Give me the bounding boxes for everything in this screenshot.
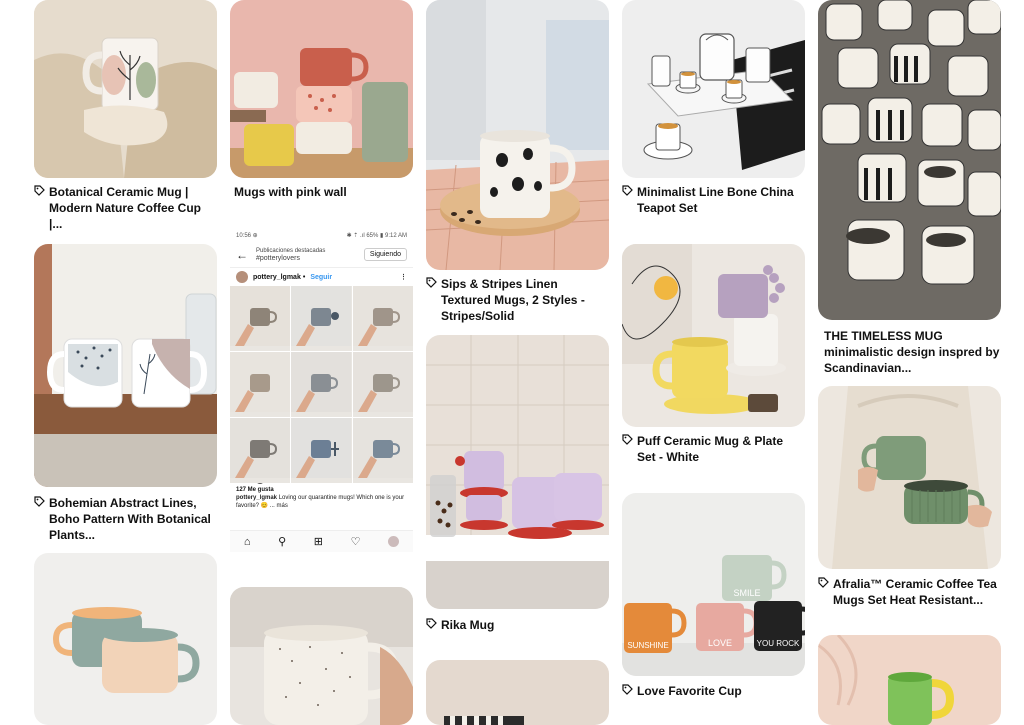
- grid-photo[interactable]: [230, 352, 291, 417]
- pin-title: Love Favorite Cup: [637, 684, 742, 698]
- tag-icon: [622, 683, 634, 699]
- tag-icon: [818, 576, 830, 592]
- grid-photo[interactable]: [352, 352, 413, 417]
- grid-photo[interactable]: [291, 352, 352, 417]
- pin-image[interactable]: [818, 635, 1001, 725]
- pin-title: Puff Ceramic Mug & Plate Set - White: [637, 434, 784, 464]
- username[interactable]: pottery_lgmak: [253, 274, 301, 281]
- home-icon[interactable]: ⌂: [244, 536, 251, 548]
- more-icon[interactable]: ⋮: [400, 273, 407, 281]
- pin-image[interactable]: SMILE LOVE SUNSHINE YOU ROCK: [622, 493, 805, 676]
- grid-photo[interactable]: [352, 286, 413, 351]
- pin-caption[interactable]: Botanical Ceramic Mug | Modern Nature Co…: [34, 184, 217, 232]
- ig-photo-grid: [230, 286, 413, 483]
- mug-label-smile: SMILE: [733, 588, 760, 598]
- pin-title: Afralia™ Ceramic Coffee Tea Mugs Set Hea…: [833, 577, 997, 607]
- status-bar: 10:56 ⊕ ✱ ⇡ .ıl 65% ▮ 9:12 AM: [230, 230, 413, 242]
- pin-image[interactable]: [426, 660, 609, 725]
- following-button[interactable]: Siguiendo: [363, 248, 407, 261]
- pin-image[interactable]: [622, 244, 805, 427]
- pin-image[interactable]: [426, 0, 609, 270]
- avatar[interactable]: [388, 536, 400, 547]
- tag-icon: [426, 617, 438, 633]
- avatar[interactable]: [236, 271, 248, 283]
- pin-title: Bohemian Abstract Lines, Boho Pattern Wi…: [49, 496, 211, 542]
- post-caption: pottery_lgmak Loving our quarantine mugs…: [230, 494, 413, 510]
- pin-image[interactable]: [230, 587, 413, 725]
- likes-count: 127 Me gusta: [236, 487, 274, 493]
- header-line-2: #potterylovers: [256, 254, 300, 262]
- pin-title: Mugs with pink wall: [234, 185, 347, 199]
- pin-title: Minimalist Line Bone China Teapot Set: [637, 185, 794, 215]
- tag-icon: [622, 433, 634, 449]
- grid-photo[interactable]: [291, 418, 352, 483]
- pin-caption[interactable]: Puff Ceramic Mug & Plate Set - White: [622, 433, 805, 465]
- pin-title: Botanical Ceramic Mug | Modern Nature Co…: [49, 185, 202, 231]
- tag-icon: [426, 276, 438, 292]
- pin-image[interactable]: [622, 0, 805, 178]
- grid-photo[interactable]: [230, 286, 291, 351]
- pin-title: Rika Mug: [441, 618, 495, 632]
- ig-header: ← Publicaciones destacadas #potterylover…: [230, 242, 413, 268]
- ig-user-row: pottery_lgmak • Seguir ⋮: [230, 268, 413, 286]
- grid-photo[interactable]: [352, 418, 413, 483]
- pin-image[interactable]: [34, 553, 217, 725]
- pin-title: THE TIMELESS MUG minimalistic design ins…: [824, 329, 1000, 375]
- status-right: ✱ ⇡ .ıl 65% ▮ 9:12 AM: [346, 233, 407, 239]
- pin-caption[interactable]: Afralia™ Ceramic Coffee Tea Mugs Set Hea…: [818, 576, 1001, 608]
- tag-icon: [34, 495, 46, 511]
- search-icon[interactable]: ⚲: [278, 535, 286, 548]
- pin-caption[interactable]: Bohemian Abstract Lines, Boho Pattern Wi…: [34, 495, 217, 543]
- pin-image[interactable]: [818, 0, 1001, 320]
- ig-header-title: Publicaciones destacadas #potterylovers: [256, 247, 364, 263]
- mug-label-you-rock: YOU ROCK: [757, 639, 800, 648]
- grid-photo[interactable]: [291, 286, 352, 351]
- pin-image[interactable]: [818, 386, 1001, 569]
- instagram-screenshot[interactable]: 10:56 ⊕ ✱ ⇡ .ıl 65% ▮ 9:12 AM ← Publicac…: [230, 230, 413, 552]
- follow-link[interactable]: Seguir: [310, 274, 332, 281]
- ig-bottom-nav: ⌂ ⚲ ⊞ ♡: [230, 530, 413, 552]
- mug-label-sunshine: SUNSHINE: [627, 641, 668, 650]
- pin-image[interactable]: [34, 0, 217, 178]
- pin-caption[interactable]: Minimalist Line Bone China Teapot Set: [622, 184, 805, 216]
- pin-caption[interactable]: Mugs with pink wall: [230, 184, 413, 200]
- pin-image[interactable]: [230, 0, 413, 178]
- tag-icon: [622, 184, 634, 200]
- pin-title: Sips & Stripes Linen Textured Mugs, 2 St…: [441, 277, 585, 323]
- plus-square-icon[interactable]: ⊞: [314, 535, 323, 548]
- arrow-left-icon[interactable]: ←: [236, 248, 248, 262]
- mug-label-love: LOVE: [708, 638, 732, 648]
- status-left: 10:56 ⊕: [236, 233, 258, 239]
- caption-username[interactable]: pottery_lgmak: [236, 495, 277, 501]
- pin-image[interactable]: [34, 244, 217, 487]
- pin-caption[interactable]: Rika Mug: [426, 617, 609, 633]
- pin-caption[interactable]: Sips & Stripes Linen Textured Mugs, 2 St…: [426, 276, 609, 324]
- heart-icon[interactable]: ♡: [351, 535, 361, 548]
- tag-icon: [34, 184, 46, 200]
- pin-image[interactable]: [426, 335, 609, 609]
- grid-photo[interactable]: [230, 418, 291, 483]
- pin-caption[interactable]: THE TIMELESS MUG minimalistic design ins…: [818, 328, 1001, 376]
- header-line-1: Publicaciones destacadas: [256, 247, 326, 254]
- pin-caption[interactable]: Love Favorite Cup: [622, 683, 805, 699]
